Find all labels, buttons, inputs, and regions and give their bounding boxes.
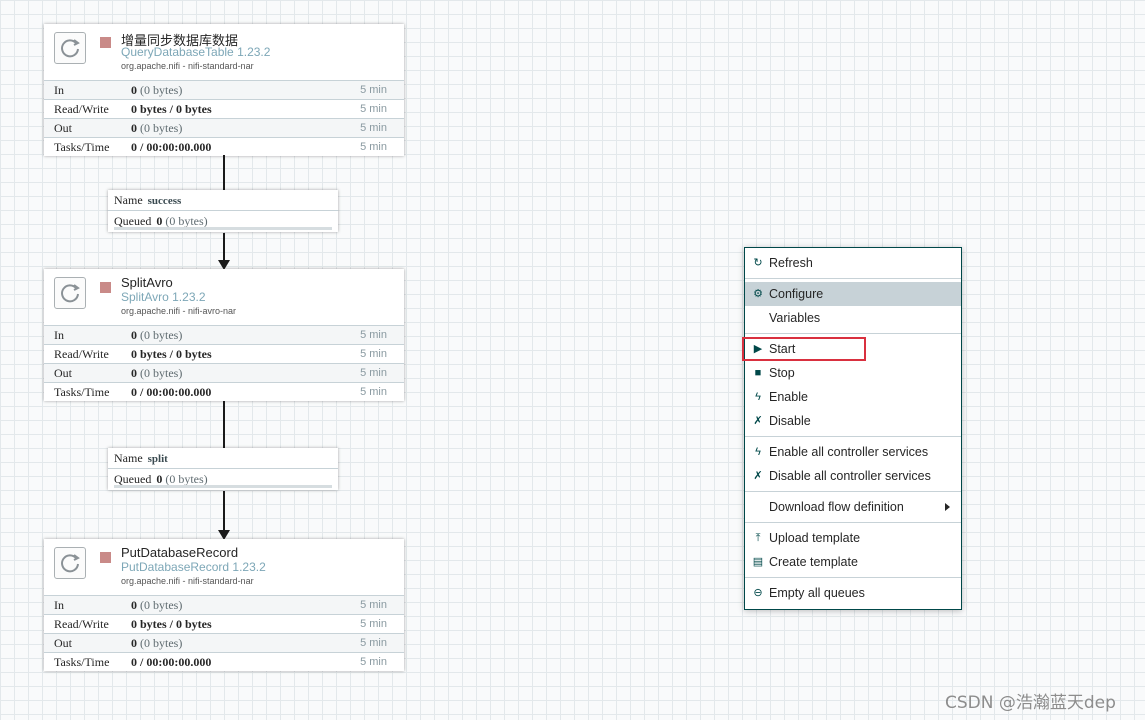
queue-progress-bar [114,485,332,488]
processor-header: 增量同步数据库数据 QueryDatabaseTable 1.23.2 org.… [44,24,404,80]
menu-item-empty-all-queues[interactable]: ⊖ Empty all queues [745,581,961,605]
stat-row-in: In 0 (0 bytes) 5 min [44,325,404,344]
connection-line [223,401,225,448]
stat-row-tasks-time: Tasks/Time 0 / 00:00:00.000 5 min [44,137,404,156]
menu-item-download-flow-definition[interactable]: Download flow definition [745,495,961,519]
connection-name-row: Name split [114,451,168,465]
disable-icon: ✗ [753,415,763,427]
menu-item-enable[interactable]: ϟ Enable [745,385,961,409]
connection-line [223,233,225,261]
connection-line [223,491,225,531]
gear-icon: ⚙ [753,288,763,300]
stat-row-read-write: Read/Write 0 bytes / 0 bytes 5 min [44,344,404,363]
menu-item-stop[interactable]: ■ Stop [745,361,961,385]
highlight-box-start [742,337,866,361]
stopped-state-icon [100,282,111,293]
stop-icon: ■ [754,367,762,379]
menu-item-refresh[interactable]: ↻ Refresh [745,251,961,275]
menu-divider [745,522,961,523]
menu-divider [745,333,961,334]
processor-type: SplitAvro 1.23.2 [121,290,206,304]
processor-header: PutDatabaseRecord PutDatabaseRecord 1.23… [44,539,404,595]
menu-divider [745,436,961,437]
processor-bundle: org.apache.nifi - nifi-avro-nar [121,306,237,316]
bolt-icon: ϟ [755,446,761,458]
menu-item-enable-all-controller-services[interactable]: ϟ Enable all controller services [745,440,961,464]
stopped-state-icon [100,552,111,563]
stat-row-tasks-time: Tasks/Time 0 / 00:00:00.000 5 min [44,382,404,401]
bolt-icon: ϟ [755,391,761,403]
processor-split-avro[interactable]: SplitAvro SplitAvro 1.23.2 org.apache.ni… [44,269,404,401]
menu-item-upload-template[interactable]: ⤒ Upload template [745,526,961,550]
upload-template-icon: ⤒ [755,532,761,544]
processor-name: PutDatabaseRecord [121,545,239,560]
processor-type: PutDatabaseRecord 1.23.2 [121,560,266,574]
processor-bundle: org.apache.nifi - nifi-standard-nar [121,61,254,71]
stat-row-tasks-time: Tasks/Time 0 / 00:00:00.000 5 min [44,652,404,671]
stat-row-out: Out 0 (0 bytes) 5 min [44,118,404,137]
menu-divider [745,278,961,279]
menu-divider [745,491,961,492]
create-template-icon: ▤ [752,556,764,568]
processor-type: QueryDatabaseTable 1.23.2 [121,45,271,59]
stat-row-out: Out 0 (0 bytes) 5 min [44,363,404,382]
context-menu: ↻ Refresh ⚙ Configure Variables ▶ Start ■ St… [744,247,962,610]
connection-line [223,155,225,190]
queue-progress-bar [114,227,332,230]
processor-icon [54,32,86,64]
processor-name: SplitAvro [121,275,173,290]
processor-header: SplitAvro SplitAvro 1.23.2 org.apache.ni… [44,269,404,325]
caret-right-icon [945,503,950,511]
watermark: CSDN @浩瀚蓝天dep [945,693,1116,713]
connection-label-success[interactable]: Name success Queued 0 (0 bytes) [108,190,338,232]
stat-row-out: Out 0 (0 bytes) 5 min [44,633,404,652]
menu-item-configure[interactable]: ⚙ Configure [745,282,961,306]
processor-bundle: org.apache.nifi - nifi-standard-nar [121,576,254,586]
connection-label-split[interactable]: Name split Queued 0 (0 bytes) [108,448,338,490]
disable-icon: ✗ [753,470,763,482]
processor-icon [54,277,86,309]
menu-item-variables[interactable]: Variables [745,306,961,330]
refresh-icon: ↻ [753,257,763,269]
menu-item-disable-all-controller-services[interactable]: ✗ Disable all controller services [745,464,961,488]
processor-icon [54,547,86,579]
processor-query-database-table[interactable]: 增量同步数据库数据 QueryDatabaseTable 1.23.2 org.… [44,24,404,156]
stat-row-read-write: Read/Write 0 bytes / 0 bytes 5 min [44,614,404,633]
stat-row-in: In 0 (0 bytes) 5 min [44,80,404,99]
processor-put-database-record[interactable]: PutDatabaseRecord PutDatabaseRecord 1.23… [44,539,404,671]
stat-row-in: In 0 (0 bytes) 5 min [44,595,404,614]
stat-row-read-write: Read/Write 0 bytes / 0 bytes 5 min [44,99,404,118]
minus-circle-icon: ⊖ [753,587,763,599]
connection-name-row: Name success [114,193,182,207]
menu-item-disable[interactable]: ✗ Disable [745,409,961,433]
menu-item-create-template[interactable]: ▤ Create template [745,550,961,574]
menu-divider [745,577,961,578]
stopped-state-icon [100,37,111,48]
